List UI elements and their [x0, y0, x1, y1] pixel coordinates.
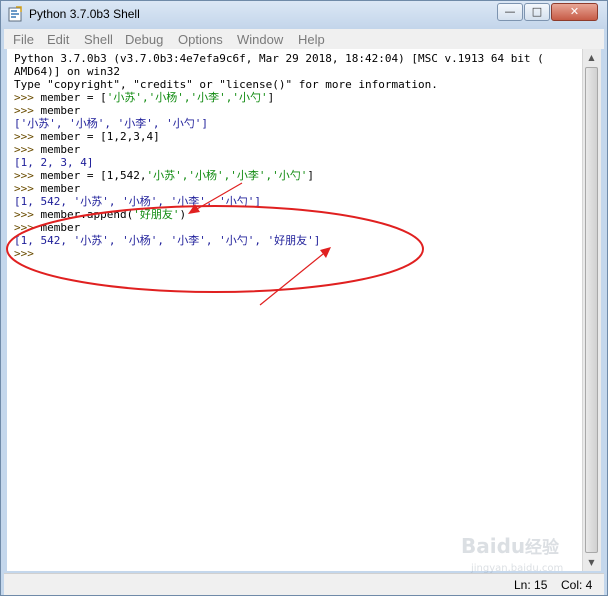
shell-input-line: >>> member.append('好朋友')	[14, 208, 186, 221]
shell-input-line: >>> member = ['小苏','小杨','小李','小勺']	[14, 91, 274, 104]
shell-input-line: >>> member = [1,542,'小苏','小杨','小李','小勺']	[14, 169, 314, 182]
shell-text: member	[40, 221, 81, 234]
shell-text: member = [1,2,3,4]	[40, 130, 160, 143]
string-literal: '好朋友'	[133, 208, 180, 221]
column-number: Col: 4	[561, 578, 593, 592]
shell-input-line: >>> member	[14, 182, 80, 195]
title-bar[interactable]: Python 3.7.0b3 Shell — □ ✕	[1, 1, 607, 29]
baidu-jingyan-watermark: Baidu 经验 jingyan.baidu.com	[461, 534, 563, 574]
watermark-text: 经验	[525, 537, 560, 558]
scrollbar-thumb[interactable]	[585, 67, 598, 553]
shell-prompt: >>>	[14, 182, 41, 195]
shell-text: )	[179, 208, 187, 221]
scroll-down-icon[interactable]: ▼	[583, 554, 600, 571]
shell-text: member.append(	[40, 208, 134, 221]
shell-text: Python 3.7.0b3 (v3.7.0b3:4e7efa9c6f, Mar…	[14, 52, 544, 65]
string-literal: '小苏','小杨','小李','小勺'	[146, 169, 308, 182]
shell-prompt: >>>	[14, 91, 41, 104]
shell-text: AMD64)] on win32	[14, 65, 120, 78]
shell-prompt: >>>	[14, 169, 41, 182]
line-number: Ln: 15	[514, 578, 548, 592]
shell-input-line: >>> member = [1,2,3,4]	[14, 130, 160, 143]
shell-text-area[interactable]: Python 3.7.0b3 (v3.7.0b3:4e7efa9c6f, Mar…	[7, 49, 582, 571]
shell-prompt: >>>	[14, 130, 41, 143]
shell-prompt: >>>	[14, 104, 41, 117]
menu-edit[interactable]: Edit	[47, 32, 69, 47]
shell-output-line: AMD64)] on win32	[14, 65, 120, 78]
menu-options[interactable]: Options	[178, 32, 223, 47]
minimize-icon: —	[504, 5, 516, 18]
shell-prompt: >>>	[14, 247, 41, 260]
close-button[interactable]: ✕	[551, 3, 598, 21]
shell-window: Python 3.7.0b3 Shell — □ ✕ File Edit She…	[0, 0, 608, 596]
watermark-brand: Baidu	[461, 534, 525, 558]
shell-input-line: >>>	[14, 247, 41, 260]
minimize-button[interactable]: —	[497, 3, 523, 21]
shell-input-line: >>> member	[14, 104, 80, 117]
menu-file[interactable]: File	[13, 32, 34, 47]
menu-help[interactable]: Help	[298, 32, 325, 47]
close-icon: ✕	[569, 5, 580, 18]
shell-input-line: >>> member	[14, 221, 80, 234]
shell-output-line: [1, 542, '小苏', '小杨', '小李', '小勺', '好朋友']	[14, 234, 320, 247]
menu-bar: File Edit Shell Debug Options Window Hel…	[4, 29, 604, 49]
vertical-scrollbar[interactable]: ▲ ▼	[582, 49, 601, 571]
shell-text: Type "copyright", "credits" or "license(…	[14, 78, 438, 91]
shell-prompt: >>>	[14, 221, 41, 234]
shell-text: member	[40, 143, 81, 156]
shell-text: [1, 542, '小苏', '小杨', '小李', '小勺']	[14, 195, 261, 208]
shell-input-line: >>> member	[14, 143, 80, 156]
window-title: Python 3.7.0b3 Shell	[29, 7, 140, 21]
shell-text: [1, 542, '小苏', '小杨', '小李', '小勺', '好朋友']	[14, 234, 321, 247]
shell-text: [1, 2, 3, 4]	[14, 156, 94, 169]
shell-output-line: ['小苏', '小杨', '小李', '小勺']	[14, 117, 208, 130]
shell-output-line: Type "copyright", "credits" or "license(…	[14, 78, 438, 91]
shell-text: member = [1,542,	[40, 169, 147, 182]
shell-text: ['小苏', '小杨', '小李', '小勺']	[14, 117, 208, 130]
scroll-up-icon[interactable]: ▲	[583, 49, 600, 66]
maximize-icon: □	[531, 5, 543, 18]
menu-window[interactable]: Window	[237, 32, 283, 47]
shell-text: member = [	[40, 91, 107, 104]
shell-text: ]	[307, 169, 314, 182]
shell-prompt: >>>	[14, 208, 41, 221]
python-idle-icon	[8, 6, 22, 22]
menu-debug[interactable]: Debug	[125, 32, 163, 47]
shell-text: member	[40, 104, 81, 117]
shell-text: ]	[267, 91, 275, 104]
watermark-url: jingyan.baidu.com	[470, 563, 563, 574]
maximize-button[interactable]: □	[524, 3, 550, 21]
shell-prompt: >>>	[14, 143, 41, 156]
menu-shell[interactable]: Shell	[84, 32, 113, 47]
shell-text: member	[40, 182, 81, 195]
shell-output-line: [1, 2, 3, 4]	[14, 156, 93, 169]
shell-output-line: Python 3.7.0b3 (v3.7.0b3:4e7efa9c6f, Mar…	[14, 52, 544, 65]
shell-output-line: [1, 542, '小苏', '小杨', '小李', '小勺']	[14, 195, 261, 208]
string-literal: '小苏','小杨','小李','小勺'	[106, 91, 268, 104]
